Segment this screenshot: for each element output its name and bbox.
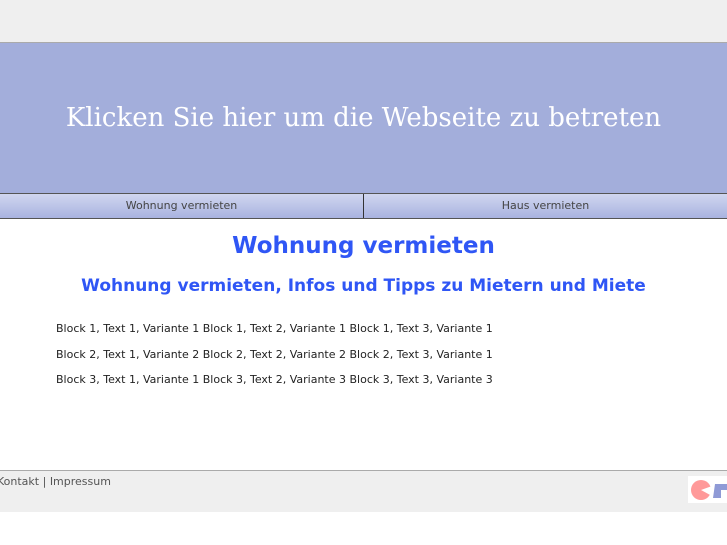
nav-haus-vermieten[interactable]: Haus vermieten <box>364 194 727 218</box>
page-subtitle: Wohnung vermieten, Infos und Tipps zu Mi… <box>81 276 646 296</box>
page-title: Wohnung vermieten <box>232 233 495 259</box>
footer: Kontakt | Impressum <box>0 470 727 512</box>
nav-bar: Wohnung vermieten Haus vermieten <box>0 193 727 219</box>
nav-wohnung-vermieten[interactable]: Wohnung vermieten <box>0 194 364 218</box>
text-line: Block 3, Text 1, Variante 1 Block 3, Tex… <box>56 373 493 386</box>
content-text: Block 1, Text 1, Variante 1 Block 1, Tex… <box>56 322 493 399</box>
banner-text[interactable]: Klicken Sie hier um die Webseite zu betr… <box>66 103 661 133</box>
logo-icon <box>688 476 727 503</box>
impressum-link[interactable]: Impressum <box>50 475 111 488</box>
separator: | <box>39 475 50 488</box>
top-bar <box>0 0 727 43</box>
kontakt-link[interactable]: Kontakt <box>0 475 39 488</box>
text-line: Block 2, Text 1, Variante 2 Block 2, Tex… <box>56 347 493 361</box>
enter-site-banner[interactable]: Klicken Sie hier um die Webseite zu betr… <box>0 43 727 193</box>
text-line: Block 1, Text 1, Variante 1 Block 1, Tex… <box>56 322 493 335</box>
